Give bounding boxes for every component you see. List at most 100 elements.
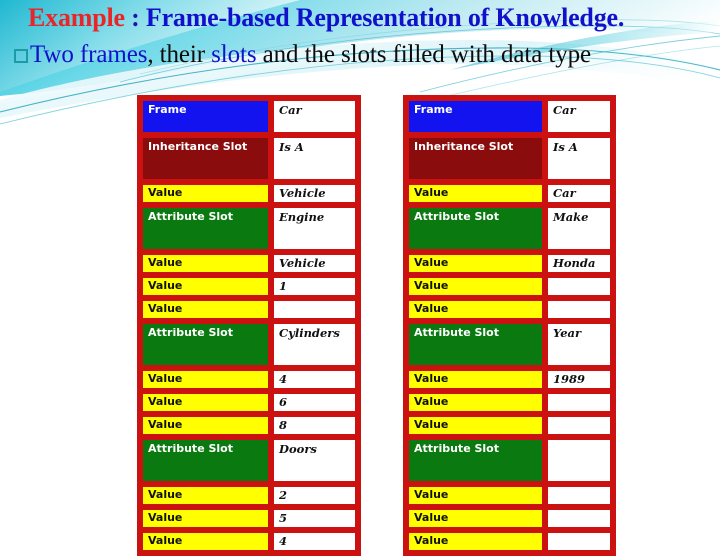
heading-slots-word: slots xyxy=(211,41,257,68)
slot-value-cell: Cylinders xyxy=(271,321,358,368)
slot-value-cell: Honda xyxy=(545,252,613,275)
heading-example-word: Example xyxy=(28,3,125,32)
slot-value-cell: Engine xyxy=(271,205,358,252)
frame-row: Value xyxy=(406,507,613,530)
slot-label-cell: Value xyxy=(406,391,545,414)
slot-label-cell: Frame xyxy=(140,98,271,135)
frame-row: Inheritance Slot Is A xyxy=(406,135,613,182)
frame-row: Value xyxy=(406,275,613,298)
slot-label-cell: Value xyxy=(140,298,271,321)
frame-table-car-instance: Frame Car Inheritance Slot Is A Value Car Attr… xyxy=(403,95,616,556)
heading-line-2: Two frames, their slots and the slots fi… xyxy=(14,41,591,69)
slot-label-cell: Inheritance Slot xyxy=(140,135,271,182)
slot-value-cell xyxy=(545,437,613,484)
slot-label-cell: Value xyxy=(406,252,545,275)
slot-label-cell: Value xyxy=(140,414,271,437)
slot-label-cell: Value xyxy=(140,252,271,275)
slot-label-cell: Attribute Slot xyxy=(406,321,545,368)
heading-their-text: , their xyxy=(147,41,212,68)
slot-label-cell: Value xyxy=(140,391,271,414)
slot-label-cell: Value xyxy=(140,507,271,530)
slot-value-cell: 6 xyxy=(271,391,358,414)
slot-value-cell: Year xyxy=(545,321,613,368)
slot-value-cell: 2 xyxy=(271,484,358,507)
frame-row: Value xyxy=(406,391,613,414)
slot-value-cell: Is A xyxy=(545,135,613,182)
slot-label-cell: Value xyxy=(406,182,545,205)
slot-label-cell: Attribute Slot xyxy=(140,321,271,368)
slot-value-cell: 4 xyxy=(271,530,358,553)
slot-label-cell: Value xyxy=(406,484,545,507)
frame-row: Value Car xyxy=(406,182,613,205)
square-bullet-icon xyxy=(14,49,28,63)
frame-row: Value 4 xyxy=(140,368,358,391)
frame-table-vehicle: Frame Car Inheritance Slot Is A Value Vehicle… xyxy=(137,95,361,556)
slot-label-cell: Value xyxy=(406,298,545,321)
slot-value-cell: 1989 xyxy=(545,368,613,391)
slot-value-cell xyxy=(545,391,613,414)
slot-value-cell: Make xyxy=(545,205,613,252)
slot-label-cell: Value xyxy=(406,507,545,530)
slot-label-cell: Value xyxy=(406,275,545,298)
frame-row: Attribute Slot Doors xyxy=(140,437,358,484)
frame-row: Value xyxy=(406,298,613,321)
heading-colon: : xyxy=(124,3,146,32)
slot-label-cell: Value xyxy=(140,182,271,205)
frame-row: Attribute Slot Year xyxy=(406,321,613,368)
slot-value-cell xyxy=(545,484,613,507)
frame-row: Value xyxy=(140,298,358,321)
slot-label-cell: Value xyxy=(140,484,271,507)
slot-label-cell: Inheritance Slot xyxy=(406,135,545,182)
frame-row: Value 8 xyxy=(140,414,358,437)
frame-row: Value Honda xyxy=(406,252,613,275)
heading-topic: Frame-based Representation of Knowledge. xyxy=(145,3,625,32)
slot-label-cell: Value xyxy=(406,530,545,553)
frame-row: Attribute Slot Engine xyxy=(140,205,358,252)
frame-row: Attribute Slot Make xyxy=(406,205,613,252)
frame-row: Value 5 xyxy=(140,507,358,530)
slot-label-cell: Value xyxy=(406,414,545,437)
slot-value-cell: Doors xyxy=(271,437,358,484)
slot-value-cell xyxy=(545,414,613,437)
slot-value-cell xyxy=(271,298,358,321)
slot-value-cell xyxy=(545,530,613,553)
heading-two-frames: Two frames xyxy=(30,41,148,68)
slot-value-cell xyxy=(545,298,613,321)
slot-label-cell: Attribute Slot xyxy=(406,437,545,484)
slot-label-cell: Attribute Slot xyxy=(406,205,545,252)
slot-value-cell: Is A xyxy=(271,135,358,182)
frame-row: Value 6 xyxy=(140,391,358,414)
frame-row: Value xyxy=(406,484,613,507)
slot-value-cell: Car xyxy=(545,98,613,135)
slot-label-cell: Value xyxy=(140,368,271,391)
slot-value-cell xyxy=(545,275,613,298)
slot-value-cell: 1 xyxy=(271,275,358,298)
slot-label-cell: Value xyxy=(140,275,271,298)
slot-value-cell: 4 xyxy=(271,368,358,391)
slot-label-cell: Value xyxy=(406,368,545,391)
frame-row: Frame Car xyxy=(140,98,358,135)
frame-row: Value 1989 xyxy=(406,368,613,391)
slot-label-cell: Attribute Slot xyxy=(140,205,271,252)
slot-value-cell: 8 xyxy=(271,414,358,437)
slot-label-cell: Attribute Slot xyxy=(140,437,271,484)
slot-value-cell: Car xyxy=(271,98,358,135)
heading-tail-text: and the slots filled with data type xyxy=(256,41,592,68)
frame-row: Value Vehicle xyxy=(140,252,358,275)
slot-value-cell: 5 xyxy=(271,507,358,530)
frame-row: Value 1 xyxy=(140,275,358,298)
slot-value-cell: Vehicle xyxy=(271,252,358,275)
frame-row: Value xyxy=(406,530,613,553)
frame-row: Attribute Slot xyxy=(406,437,613,484)
slot-label-cell: Value xyxy=(140,530,271,553)
frame-row: Value 4 xyxy=(140,530,358,553)
slot-value-cell xyxy=(545,507,613,530)
heading-line-1: Example : Frame-based Representation of … xyxy=(28,3,624,33)
frame-row: Frame Car xyxy=(406,98,613,135)
frame-row: Inheritance Slot Is A xyxy=(140,135,358,182)
slot-value-cell: Vehicle xyxy=(271,182,358,205)
slot-value-cell: Car xyxy=(545,182,613,205)
frame-row: Value xyxy=(406,414,613,437)
frame-row: Value Vehicle xyxy=(140,182,358,205)
frame-row: Value 2 xyxy=(140,484,358,507)
